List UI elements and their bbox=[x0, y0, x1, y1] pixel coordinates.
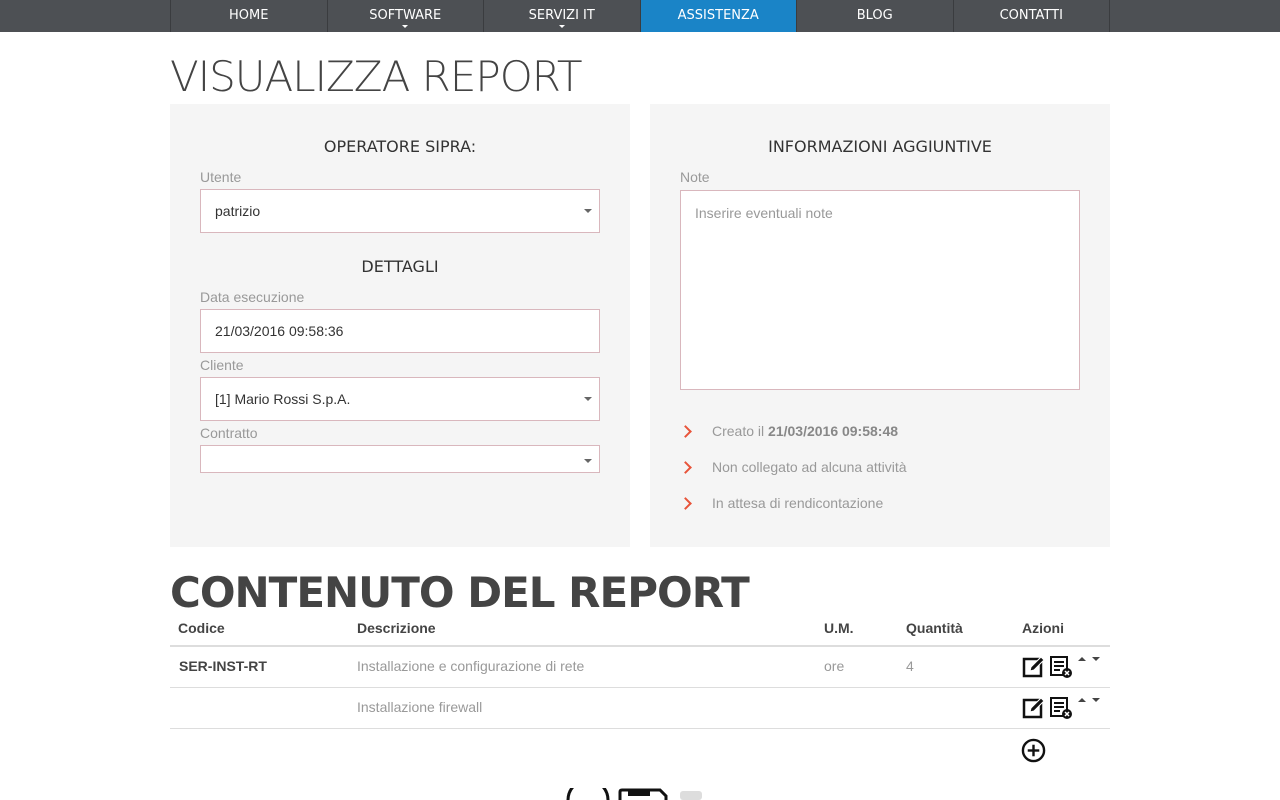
edit-icon[interactable] bbox=[1022, 655, 1046, 679]
note-textarea[interactable]: Inserire eventuali note bbox=[680, 190, 1080, 390]
caret-down-icon bbox=[584, 209, 592, 213]
sort-controls bbox=[1078, 698, 1106, 702]
report-content-table: Codice Descrizione U.M. Quantità Azioni … bbox=[170, 614, 1110, 729]
bottom-actions bbox=[566, 788, 706, 800]
cell-descrizione: Installazione e configurazione di rete bbox=[357, 658, 585, 674]
delete-list-icon[interactable] bbox=[1049, 696, 1073, 720]
info-activity-row: Non collegato ad alcuna attività bbox=[680, 457, 907, 477]
move-up-icon[interactable] bbox=[1078, 698, 1086, 702]
cell-descrizione: Installazione firewall bbox=[357, 699, 483, 715]
dettagli-heading: DETTAGLI bbox=[361, 257, 439, 276]
chevron-right-icon bbox=[680, 457, 700, 477]
content-title: CONTENUTO DEL REPORT bbox=[170, 568, 750, 617]
page-title: VISUALIZZA REPORT bbox=[170, 52, 583, 101]
data-esecuzione-value: 21/03/2016 09:58:36 bbox=[215, 323, 344, 339]
chevron-right-icon bbox=[680, 493, 700, 513]
additional-info-panel: INFORMAZIONI AGGIUNTIVE Note Inserire ev… bbox=[650, 104, 1110, 547]
table-row: SER-INST-RT Installazione e configurazio… bbox=[170, 647, 1110, 688]
operator-details-panel: OPERATORE SIPRA: Utente patrizio DETTAGL… bbox=[170, 104, 630, 547]
info-heading: INFORMAZIONI AGGIUNTIVE bbox=[768, 137, 992, 156]
table-row: Installazione firewall bbox=[170, 688, 1110, 729]
nav-label: SERVIZI IT bbox=[528, 8, 595, 23]
add-row-icon[interactable] bbox=[1021, 738, 1046, 763]
move-down-icon[interactable] bbox=[1092, 657, 1100, 661]
activity-status: Non collegato ad alcuna attività bbox=[712, 459, 907, 475]
data-esecuzione-label: Data esecuzione bbox=[200, 289, 305, 305]
save-icon[interactable] bbox=[618, 788, 668, 800]
cliente-value: [1] Mario Rossi S.p.A. bbox=[215, 391, 351, 407]
nav-label: BLOG bbox=[856, 8, 893, 23]
info-created-row: Creato il 21/03/2016 09:58:48 bbox=[680, 421, 898, 441]
sort-controls bbox=[1078, 657, 1106, 661]
header-quantita: Quantità bbox=[906, 620, 963, 636]
move-down-icon[interactable] bbox=[1092, 698, 1100, 702]
nav-item-home[interactable]: HOME bbox=[171, 0, 328, 32]
cell-codice: SER-INST-RT bbox=[179, 658, 267, 674]
header-descrizione: Descrizione bbox=[357, 620, 436, 636]
row-actions bbox=[1022, 655, 1106, 679]
chevron-right-icon bbox=[680, 421, 700, 441]
nav-item-contatti[interactable]: CONTATTI bbox=[954, 0, 1110, 32]
note-label: Note bbox=[680, 169, 710, 185]
back-icon[interactable] bbox=[566, 788, 610, 800]
header-azioni: Azioni bbox=[1022, 620, 1064, 636]
nav-label: CONTATTI bbox=[999, 8, 1063, 23]
edit-icon[interactable] bbox=[1022, 696, 1046, 720]
utente-label: Utente bbox=[200, 169, 242, 185]
caret-down-icon bbox=[584, 397, 592, 401]
caret-down-icon bbox=[584, 459, 592, 463]
cell-quantita: 4 bbox=[906, 658, 914, 674]
delete-list-icon[interactable] bbox=[1049, 655, 1073, 679]
contratto-select[interactable] bbox=[200, 445, 600, 473]
utente-select[interactable]: patrizio bbox=[200, 189, 600, 233]
print-icon[interactable] bbox=[676, 788, 706, 800]
nav-item-assistenza[interactable]: ASSISTENZA bbox=[640, 0, 797, 32]
top-nav: HOME SOFTWARE SERVIZI IT ASSISTENZA BLOG… bbox=[0, 0, 1280, 32]
caret-down-icon bbox=[558, 25, 565, 28]
header-um: U.M. bbox=[824, 620, 854, 636]
cell-um: ore bbox=[824, 658, 845, 674]
created-text: Creato il 21/03/2016 09:58:48 bbox=[712, 423, 898, 439]
operatore-heading: OPERATORE SIPRA: bbox=[323, 137, 477, 156]
nav-item-servizi-it[interactable]: SERVIZI IT bbox=[484, 0, 641, 32]
nav-label: ASSISTENZA bbox=[677, 8, 759, 23]
cliente-label: Cliente bbox=[200, 357, 244, 373]
move-up-icon[interactable] bbox=[1078, 657, 1086, 661]
created-value: 21/03/2016 09:58:48 bbox=[768, 423, 899, 439]
utente-value: patrizio bbox=[215, 203, 261, 219]
created-prefix: Creato il bbox=[712, 423, 769, 439]
caret-down-icon bbox=[402, 25, 409, 28]
nav-item-software[interactable]: SOFTWARE bbox=[328, 0, 484, 32]
nav-label: SOFTWARE bbox=[369, 8, 442, 23]
row-actions bbox=[1022, 696, 1106, 720]
nav-item-blog[interactable]: BLOG bbox=[797, 0, 954, 32]
header-codice: Codice bbox=[178, 620, 225, 636]
cliente-select[interactable]: [1] Mario Rossi S.p.A. bbox=[200, 377, 600, 421]
note-placeholder: Inserire eventuali note bbox=[695, 205, 833, 221]
billing-status: In attesa di rendicontazione bbox=[712, 495, 884, 511]
table-header: Codice Descrizione U.M. Quantità Azioni bbox=[170, 614, 1110, 647]
data-esecuzione-field[interactable]: 21/03/2016 09:58:36 bbox=[200, 309, 600, 353]
nav-label: HOME bbox=[229, 8, 269, 23]
contratto-label: Contratto bbox=[200, 425, 258, 441]
info-billing-row: In attesa di rendicontazione bbox=[680, 493, 883, 513]
